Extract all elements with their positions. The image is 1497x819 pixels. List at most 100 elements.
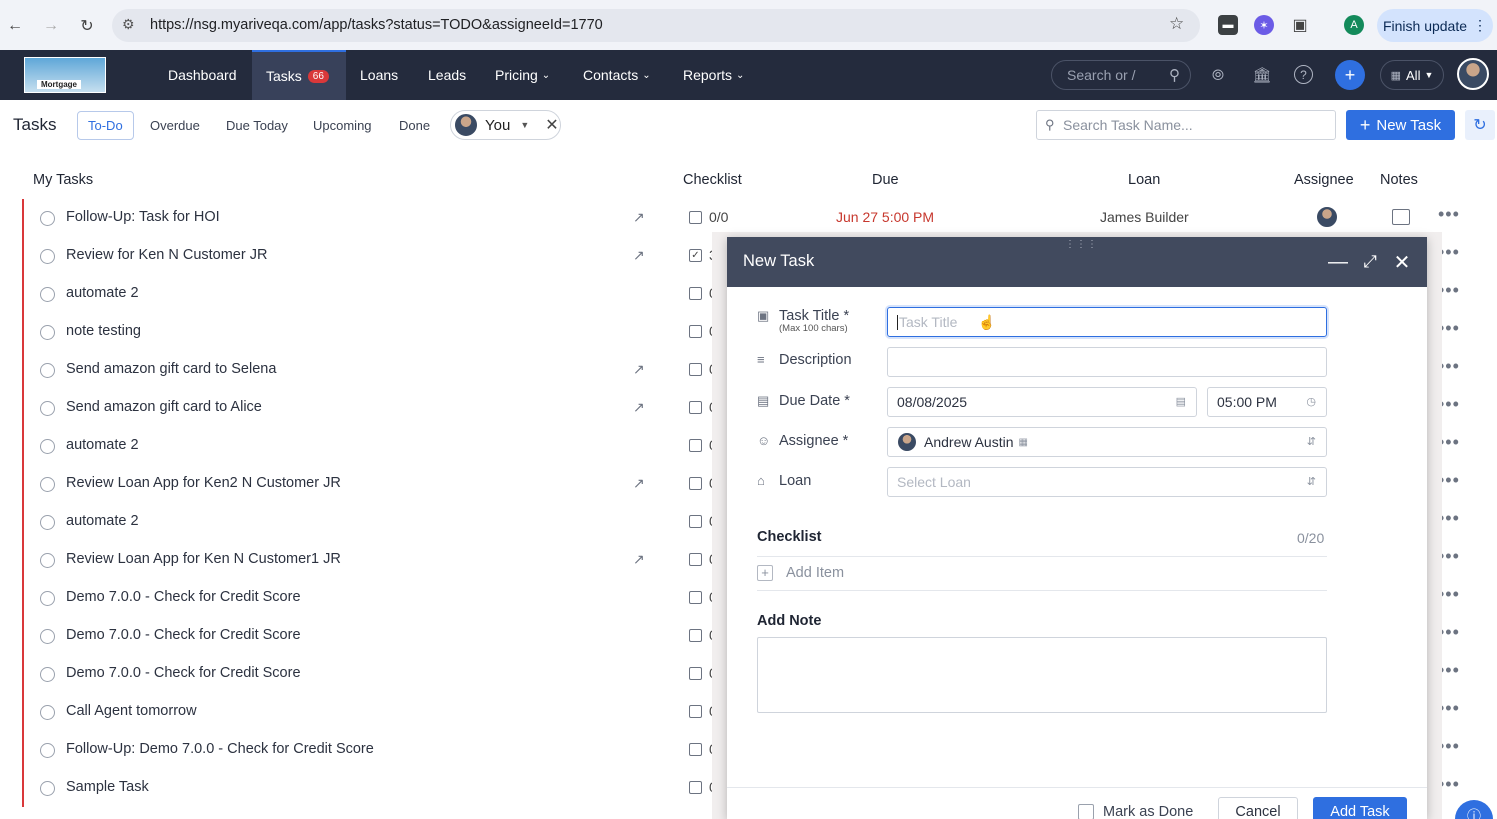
task-title[interactable]: Demo 7.0.0 - Check for Credit Score bbox=[66, 627, 301, 643]
nav-leads[interactable]: Leads bbox=[414, 50, 480, 100]
task-title[interactable]: automate 2 bbox=[66, 513, 139, 529]
external-link-icon[interactable]: ↗ bbox=[633, 247, 649, 263]
description-input[interactable] bbox=[887, 347, 1327, 377]
back-icon[interactable]: ← bbox=[0, 11, 30, 41]
caret-down-icon[interactable]: ▼ bbox=[520, 120, 529, 130]
org-select[interactable]: ▦ All ▼ bbox=[1380, 60, 1444, 90]
complete-circle-icon[interactable] bbox=[40, 743, 55, 758]
site-settings-icon[interactable]: ⚙ bbox=[122, 16, 135, 33]
complete-circle-icon[interactable] bbox=[40, 287, 55, 302]
help-icon[interactable]: ? bbox=[1294, 65, 1313, 84]
address-bar[interactable]: ⚙ https://nsg.myariveqa.com/app/tasks?st… bbox=[112, 9, 1200, 42]
new-task-button[interactable]: + New Task bbox=[1346, 110, 1455, 140]
cancel-button[interactable]: Cancel bbox=[1218, 797, 1298, 819]
modal-title: New Task bbox=[743, 252, 815, 270]
add-item-button[interactable]: + Add Item bbox=[757, 565, 844, 581]
complete-circle-icon[interactable] bbox=[40, 781, 55, 796]
minimize-icon[interactable]: — bbox=[1326, 250, 1350, 274]
modal-header[interactable]: ⋮⋮⋮ New Task — ⤢ ✕ bbox=[727, 237, 1427, 287]
quick-add-button[interactable]: + bbox=[1335, 60, 1365, 90]
task-title[interactable]: Demo 7.0.0 - Check for Credit Score bbox=[66, 665, 301, 681]
task-title[interactable]: Send amazon gift card to Alice bbox=[66, 399, 262, 415]
external-link-icon[interactable]: ↗ bbox=[633, 475, 649, 491]
due-time-input[interactable]: 05:00 PM ◷ bbox=[1207, 387, 1327, 417]
extensions-puzzle-icon[interactable]: ▣ bbox=[1290, 15, 1310, 35]
more-options-icon[interactable]: ••• bbox=[1438, 204, 1460, 225]
assignee-filter-chip[interactable]: You ▼ ✕ bbox=[450, 110, 561, 140]
complete-circle-icon[interactable] bbox=[40, 325, 55, 340]
task-title[interactable]: automate 2 bbox=[66, 285, 139, 301]
expand-icon[interactable]: ⤢ bbox=[1358, 250, 1382, 274]
bookmark-star-icon[interactable]: ☆ bbox=[1169, 14, 1184, 34]
note-textarea[interactable] bbox=[757, 637, 1327, 713]
task-title[interactable]: Follow-Up: Demo 7.0.0 - Check for Credit… bbox=[66, 741, 374, 757]
nav-contacts[interactable]: Contacts ⌄ bbox=[569, 50, 665, 100]
loan-select[interactable]: Select Loan ⇵ bbox=[887, 467, 1327, 497]
complete-circle-icon[interactable] bbox=[40, 401, 55, 416]
complete-circle-icon[interactable] bbox=[40, 705, 55, 720]
complete-circle-icon[interactable] bbox=[40, 477, 55, 492]
complete-circle-icon[interactable] bbox=[40, 515, 55, 530]
nav-loans[interactable]: Loans bbox=[346, 50, 412, 100]
nav-pricing[interactable]: Pricing ⌄ bbox=[481, 50, 564, 100]
clear-filter-icon[interactable]: ✕ bbox=[545, 115, 558, 135]
drag-handle-icon[interactable]: ⋮⋮⋮ bbox=[1065, 239, 1098, 250]
complete-circle-icon[interactable] bbox=[40, 363, 55, 378]
reload-icon[interactable]: ↻ bbox=[72, 11, 102, 41]
task-title[interactable]: Review for Ken N Customer JR bbox=[66, 247, 267, 263]
due-date-input[interactable]: 08/08/2025 ▤ bbox=[887, 387, 1197, 417]
task-title-input[interactable]: Task Title ☝ bbox=[887, 307, 1327, 337]
finish-update-button[interactable]: Finish update ⋮ bbox=[1377, 9, 1493, 42]
profile-avatar[interactable]: A bbox=[1344, 15, 1364, 35]
tab-to-do[interactable]: To-Do bbox=[77, 111, 134, 140]
extension-icon-2[interactable]: ✶ bbox=[1254, 15, 1274, 35]
tab-upcoming[interactable]: Upcoming bbox=[303, 111, 382, 140]
external-link-icon[interactable]: ↗ bbox=[633, 361, 649, 377]
complete-circle-icon[interactable] bbox=[40, 629, 55, 644]
user-avatar[interactable] bbox=[1457, 58, 1489, 90]
tab-overdue[interactable]: Overdue bbox=[140, 111, 210, 140]
tab-done[interactable]: Done bbox=[389, 111, 440, 140]
task-title[interactable]: Follow-Up: Task for HOI bbox=[66, 209, 220, 225]
note-icon[interactable] bbox=[1392, 209, 1410, 225]
complete-circle-icon[interactable] bbox=[40, 591, 55, 606]
assignee-select[interactable]: Andrew Austin ▦ ⇵ bbox=[887, 427, 1327, 457]
nav-reports[interactable]: Reports ⌄ bbox=[669, 50, 758, 100]
company-logo[interactable]: Mortgage bbox=[24, 57, 106, 93]
global-search-input[interactable]: Search or / ⚲ bbox=[1051, 60, 1191, 90]
refresh-button[interactable]: ↻ bbox=[1465, 110, 1495, 140]
complete-circle-icon[interactable] bbox=[40, 667, 55, 682]
external-link-icon[interactable]: ↗ bbox=[633, 209, 649, 225]
task-title[interactable]: Send amazon gift card to Selena bbox=[66, 361, 276, 377]
clock-icon[interactable]: ◷ bbox=[1306, 395, 1316, 408]
task-title[interactable]: Review Loan App for Ken N Customer1 JR bbox=[66, 551, 341, 567]
forward-icon[interactable]: → bbox=[36, 11, 66, 41]
broadcast-icon[interactable]: ⦾ bbox=[1206, 63, 1230, 87]
complete-circle-icon[interactable] bbox=[40, 211, 55, 226]
calendar-icon[interactable]: ▤ bbox=[1176, 395, 1186, 408]
external-link-icon[interactable]: ↗ bbox=[633, 551, 649, 567]
task-title[interactable]: Sample Task bbox=[66, 779, 149, 795]
task-title[interactable]: Review Loan App for Ken2 N Customer JR bbox=[66, 475, 341, 491]
nav-dashboard[interactable]: Dashboard bbox=[154, 50, 251, 100]
close-icon[interactable]: ✕ bbox=[1390, 250, 1414, 274]
task-title[interactable]: Call Agent tomorrow bbox=[66, 703, 197, 719]
mark-as-done-checkbox[interactable] bbox=[1078, 804, 1094, 819]
task-search-input[interactable]: ⚲ Search Task Name... bbox=[1036, 110, 1336, 140]
add-task-label: Add Task bbox=[1330, 804, 1390, 819]
extension-icon-1[interactable]: ▬ bbox=[1218, 15, 1238, 35]
task-title[interactable]: note testing bbox=[66, 323, 141, 339]
chevron-down-icon: ⌄ bbox=[736, 69, 745, 81]
task-title[interactable]: Demo 7.0.0 - Check for Credit Score bbox=[66, 589, 301, 605]
task-title[interactable]: automate 2 bbox=[66, 437, 139, 453]
complete-circle-icon[interactable] bbox=[40, 439, 55, 454]
nav-tasks[interactable]: Tasks 66 bbox=[252, 50, 346, 100]
complete-circle-icon[interactable] bbox=[40, 553, 55, 568]
complete-circle-icon[interactable] bbox=[40, 249, 55, 264]
loan-name[interactable]: James Builder bbox=[1100, 209, 1189, 225]
external-link-icon[interactable]: ↗ bbox=[633, 399, 649, 415]
add-task-button[interactable]: Add Task bbox=[1313, 797, 1407, 819]
bank-icon[interactable]: 🏛 bbox=[1250, 63, 1274, 87]
add-square-icon: + bbox=[757, 565, 773, 581]
tab-due-today[interactable]: Due Today bbox=[216, 111, 298, 140]
